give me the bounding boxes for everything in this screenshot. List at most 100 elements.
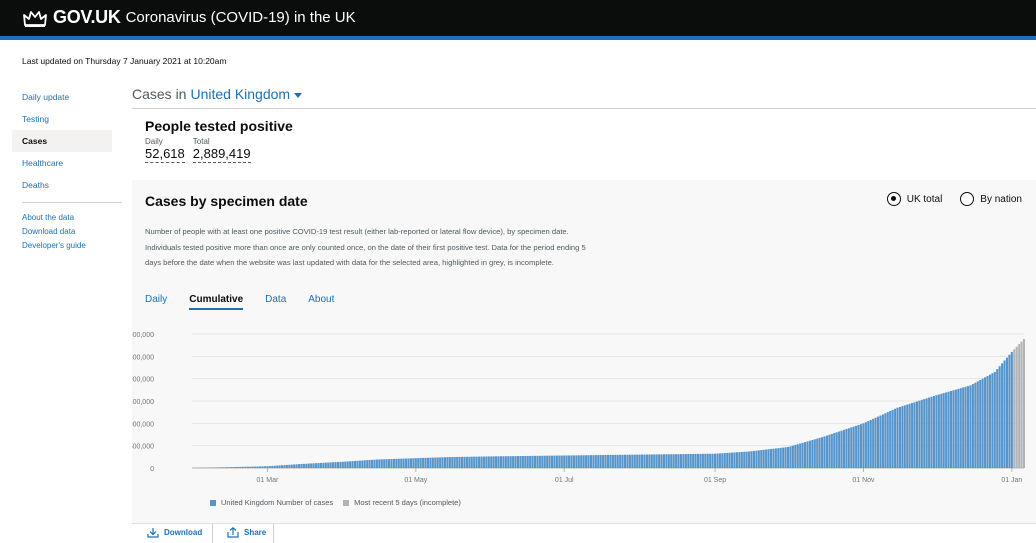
chart-bar (302, 463, 305, 468)
chart-bar (874, 417, 877, 468)
sidebar-item-deaths[interactable]: Deaths (12, 174, 122, 196)
download-button[interactable]: Download (147, 527, 202, 538)
sidebar-item-testing[interactable]: Testing (12, 108, 122, 130)
chart-bar (526, 455, 529, 468)
chart-bar (684, 454, 687, 468)
chart-bar (548, 455, 551, 468)
chart-bar (662, 454, 665, 468)
sidebar-link-about-data[interactable]: About the data (12, 211, 122, 225)
chart-bar (353, 460, 357, 468)
chart-bar (609, 454, 612, 468)
chart-bar (731, 452, 734, 468)
card-description: Number of people with at least one posit… (145, 227, 586, 267)
chart-bar (611, 454, 614, 468)
metric-total-value[interactable]: 2,889,419 (192, 146, 251, 163)
chart-bar (923, 399, 926, 468)
chart-bar (986, 375, 989, 468)
chart-bar (735, 452, 738, 468)
chart-bar (312, 463, 315, 468)
tab-cumulative[interactable]: Cumulative (189, 294, 244, 310)
chart-bar (757, 450, 760, 468)
radio-by-nation[interactable]: By nation (960, 192, 1022, 206)
share-button[interactable]: Share (227, 527, 266, 538)
chart-bar (641, 454, 644, 468)
sidebar-item-daily-update[interactable]: Daily update (12, 86, 122, 108)
chart-bar (1003, 360, 1006, 468)
chart-bar (881, 414, 884, 468)
chart-bar (949, 390, 953, 468)
chart-bar (906, 404, 909, 468)
chart-bar (448, 457, 451, 468)
chart-bar (332, 462, 335, 468)
tab-about[interactable]: About (308, 294, 334, 310)
chart-bar (842, 429, 846, 468)
chart-bar (930, 396, 933, 468)
x-tick-label: 01 Jan (1001, 477, 1022, 484)
header-accent-bar (0, 36, 1036, 40)
chart-bar (441, 457, 444, 468)
tab-data[interactable]: Data (265, 294, 286, 310)
chart-bar (779, 447, 782, 468)
chart-bar (1001, 363, 1004, 468)
chart-bar (813, 439, 816, 468)
chart-bar (984, 377, 987, 468)
chart-bar (366, 460, 369, 468)
chart-bar (346, 461, 349, 468)
chart-bar (599, 455, 602, 468)
chart-bar (996, 369, 999, 468)
chart-bar (745, 451, 748, 468)
govuk-logo[interactable]: GOV.UK Coronavirus (COVID-19) in the UK (22, 7, 356, 28)
chart-bar (458, 456, 461, 468)
chart-bar (862, 423, 865, 468)
y-tick-label: 3,000,000 (132, 332, 154, 339)
metric-daily-value[interactable]: 52,618 (145, 146, 185, 163)
chart-bar (760, 450, 763, 468)
chart-bar (869, 419, 872, 468)
chart-bar (808, 440, 811, 468)
chart-bar (504, 456, 507, 468)
sidebar-link-download-data[interactable]: Download data (12, 225, 122, 239)
chart-bar (551, 455, 554, 468)
chart-bar (461, 456, 464, 468)
chart-bar (271, 465, 274, 468)
chart-bar (251, 466, 254, 468)
chart-bar (222, 467, 225, 468)
chart-bar (473, 456, 476, 468)
chart-bar (417, 458, 420, 468)
chart-bar (317, 463, 320, 468)
chart-bar (616, 454, 619, 468)
chart-bar (563, 455, 566, 468)
chart-bar (976, 381, 979, 468)
legend-swatch-cases (210, 499, 216, 506)
chart-bar (816, 438, 819, 468)
chart-bar (215, 467, 218, 468)
chart-bar (424, 457, 427, 468)
chart-bar (531, 455, 534, 468)
chart-bar (696, 453, 700, 468)
chart-bar (273, 465, 276, 468)
chart-tabs: Daily Cumulative Data About (145, 294, 334, 310)
chart-bar (268, 466, 271, 468)
chart-bar (682, 454, 685, 468)
chart-bar (319, 462, 322, 468)
sidebar-link-developers-guide[interactable]: Developer's guide (12, 239, 122, 253)
chart-bar (400, 458, 403, 468)
chevron-down-icon[interactable] (294, 92, 303, 98)
chart-bar (463, 456, 466, 468)
chart-bar (825, 435, 828, 468)
chart-bar (419, 458, 422, 468)
sidebar-item-cases[interactable]: Cases (12, 130, 112, 152)
sidebar-item-healthcare[interactable]: Healthcare (12, 152, 122, 174)
x-tick-label: 01 May (404, 477, 427, 484)
chart-bar (324, 462, 327, 468)
chart-bar (572, 455, 575, 468)
tab-daily[interactable]: Daily (145, 294, 167, 310)
chart-bar (422, 457, 425, 468)
chart-bar (373, 459, 376, 468)
chart-bar (439, 457, 442, 468)
chart-bar (538, 455, 541, 468)
chart-bar (431, 457, 434, 468)
location-selector[interactable]: United Kingdom (190, 86, 290, 102)
radio-uk-total[interactable]: UK total (886, 192, 942, 206)
chart-bar (709, 453, 712, 468)
